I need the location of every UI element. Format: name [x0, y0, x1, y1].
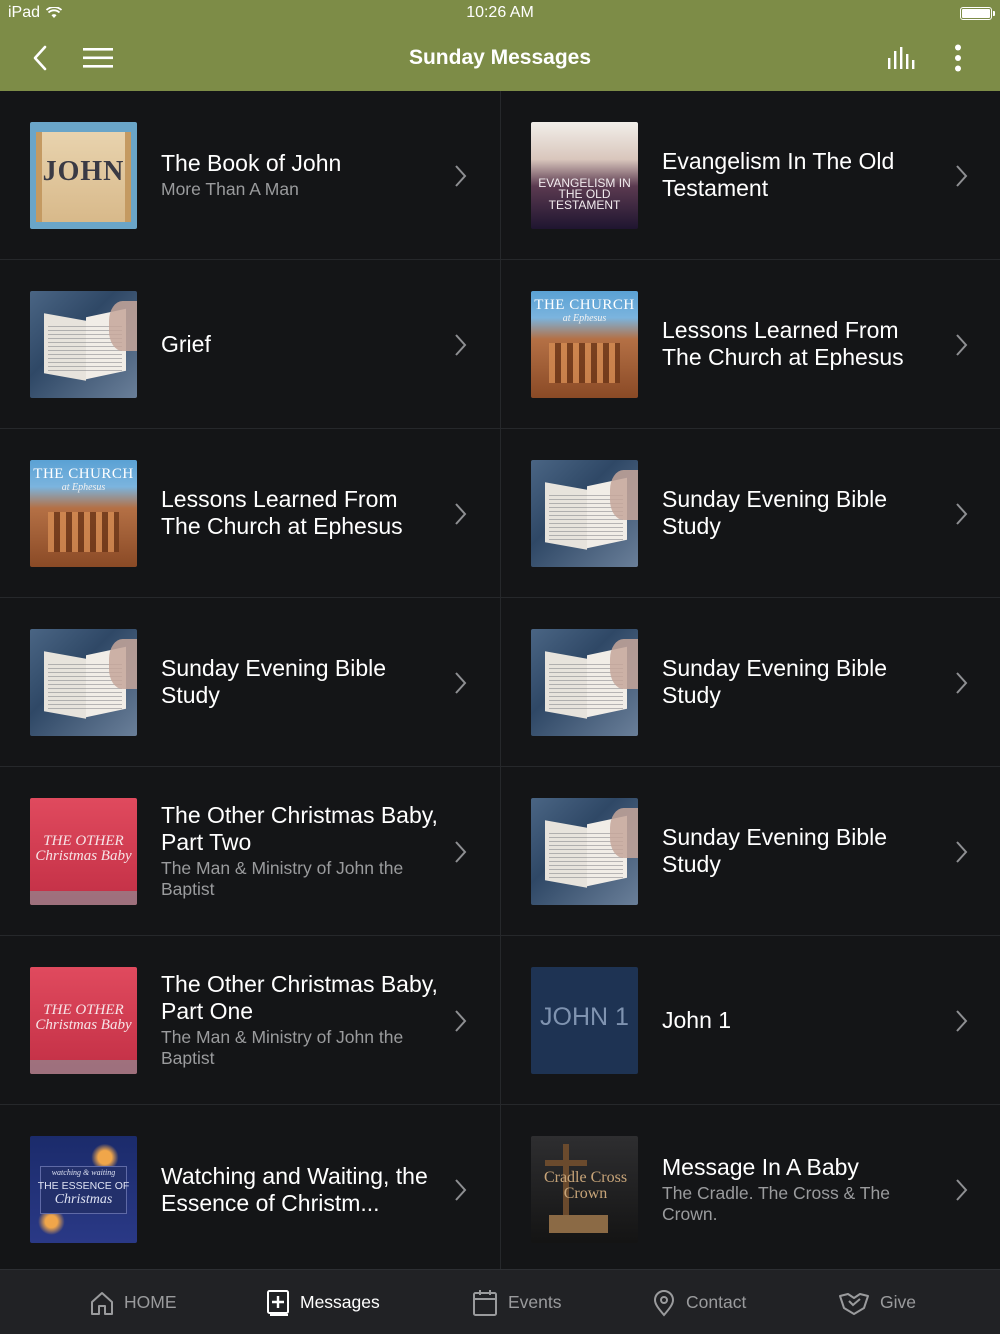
item-subtitle: The Cradle. The Cross & The Crown.	[662, 1183, 890, 1224]
series-thumbnail: THE CHURCH at Ephesus	[30, 460, 137, 567]
message-item[interactable]: Sunday Evening Bible Study	[0, 598, 500, 767]
series-thumbnail: JOHN	[30, 122, 137, 229]
more-vertical-icon	[955, 44, 961, 72]
message-item[interactable]: Sunday Evening Bible Study	[501, 598, 1000, 767]
message-item[interactable]: Cradle Cross Crown Message In A Baby The …	[501, 1105, 1000, 1274]
nav-bar: Sunday Messages	[0, 26, 1000, 91]
tab-label: Events	[508, 1292, 562, 1312]
chevron-right-icon	[956, 503, 968, 525]
series-thumbnail: THE OTHER Christmas Baby	[30, 798, 137, 905]
series-thumbnail: THE OTHER Christmas Baby	[30, 967, 137, 1074]
chevron-right-icon	[956, 1179, 968, 1201]
item-title: Sunday Evening Bible Study	[662, 824, 888, 877]
message-item[interactable]: JOHN 1 John 1	[501, 936, 1000, 1105]
series-thumbnail: EVANGELISM IN THE OLD TESTAMENT	[531, 122, 638, 229]
chevron-right-icon	[455, 334, 467, 356]
bible-thumbnail	[531, 460, 638, 567]
thumbnail-subtext: at Ephesus	[61, 482, 106, 493]
tab-events[interactable]: Events	[472, 1270, 562, 1334]
chevron-right-icon	[956, 672, 968, 694]
calendar-icon	[473, 1289, 497, 1316]
home-icon	[91, 1291, 113, 1315]
chevron-right-icon	[956, 1010, 968, 1032]
message-item[interactable]: THE OTHER Christmas Baby The Other Chris…	[0, 767, 500, 936]
item-title: Lessons Learned From The Church at Ephes…	[161, 486, 403, 539]
bible-thumbnail	[30, 629, 137, 736]
chevron-right-icon	[455, 1179, 467, 1201]
item-title: Grief	[161, 330, 211, 357]
item-title: The Book of John	[161, 150, 342, 176]
hand-heart-icon	[839, 1292, 869, 1315]
message-grid: JOHN The Book of John More Than A Man EVA…	[0, 91, 1000, 1269]
thumbnail-subtext: at Ephesus	[562, 313, 607, 324]
tab-label: Give	[880, 1292, 916, 1312]
tab-bar: HOME Messages Events Contact Give	[0, 1269, 1000, 1334]
message-item[interactable]: Grief	[0, 260, 500, 429]
chevron-right-icon	[455, 841, 467, 863]
chevron-right-icon	[455, 503, 467, 525]
item-title: Sunday Evening Bible Study	[662, 655, 888, 708]
tab-messages[interactable]: Messages	[266, 1270, 380, 1334]
status-bar: iPad 10:26 AM	[0, 0, 1000, 26]
item-title: Message In A Baby	[662, 1154, 859, 1180]
item-title: The Other Christmas Baby, Part One	[161, 971, 438, 1024]
chevron-right-icon	[956, 841, 968, 863]
series-thumbnail: Cradle Cross Crown	[531, 1136, 638, 1243]
chevron-right-icon	[455, 1010, 467, 1032]
item-title: The Other Christmas Baby, Part Two	[161, 802, 438, 855]
tab-home[interactable]: HOME	[90, 1270, 177, 1334]
tab-contact[interactable]: Contact	[652, 1270, 746, 1334]
item-title: Sunday Evening Bible Study	[161, 655, 387, 708]
tab-label: Messages	[300, 1292, 380, 1312]
item-subtitle: More Than A Man	[161, 179, 299, 199]
thumbnail-text: EVANGELISM IN THE OLD TESTAMENT	[538, 176, 631, 212]
message-item[interactable]: EVANGELISM IN THE OLD TESTAMENT Evangeli…	[501, 91, 1000, 260]
tab-label: HOME	[124, 1292, 177, 1312]
message-item[interactable]: THE OTHER Christmas Baby The Other Chris…	[0, 936, 500, 1105]
item-title: Lessons Learned From The Church at Ephes…	[662, 317, 904, 370]
message-item[interactable]: THE CHURCH at Ephesus Lessons Learned Fro…	[0, 429, 500, 598]
more-options-button[interactable]	[938, 38, 978, 78]
audio-button[interactable]	[882, 38, 922, 78]
item-subtitle: The Man & Ministry of John the Baptist	[161, 1027, 404, 1068]
message-item[interactable]: watching & waiting THE ESSENCE OF Christma…	[0, 1105, 500, 1274]
series-thumbnail: JOHN 1	[531, 967, 638, 1074]
page-title: Sunday Messages	[408, 46, 592, 69]
thumbnail-text: THE OTHER Christmas Baby	[35, 833, 132, 864]
thumbnail-text: JOHN	[42, 156, 125, 187]
tab-give[interactable]: Give	[838, 1270, 916, 1334]
bible-plus-icon	[267, 1289, 289, 1316]
chevron-right-icon	[455, 165, 467, 187]
message-item[interactable]: Sunday Evening Bible Study	[501, 767, 1000, 936]
item-title: John 1	[662, 1006, 732, 1033]
thumbnail-text: THE CHURCH	[33, 466, 134, 482]
thumbnail-toptext: watching & waiting	[51, 1168, 116, 1177]
thumbnail-text: THE ESSENCE OF	[37, 1180, 130, 1192]
thumbnail-text: JOHN 1	[540, 1003, 629, 1031]
thumbnail-text: Cradle Cross Crown	[543, 1169, 628, 1202]
bible-thumbnail	[30, 291, 137, 398]
item-title: Sunday Evening Bible Study	[662, 486, 888, 539]
item-subtitle: The Man & Ministry of John the Baptist	[161, 858, 404, 899]
chevron-right-icon	[455, 672, 467, 694]
thumbnail-text: THE CHURCH	[534, 297, 635, 313]
series-thumbnail: watching & waiting THE ESSENCE OF Christma…	[30, 1136, 137, 1243]
battery-icon	[960, 7, 995, 20]
chevron-right-icon	[956, 334, 968, 356]
audio-bars-icon	[888, 47, 915, 69]
chevron-right-icon	[956, 165, 968, 187]
status-time: 10:26 AM	[466, 4, 534, 21]
message-item[interactable]: THE CHURCH at Ephesus Lessons Learned Fro…	[501, 260, 1000, 429]
message-item[interactable]: Sunday Evening Bible Study	[501, 429, 1000, 598]
bible-thumbnail	[531, 629, 638, 736]
tab-label: Contact	[686, 1292, 747, 1312]
location-pin-icon	[653, 1289, 675, 1317]
series-thumbnail: THE CHURCH at Ephesus	[531, 291, 638, 398]
bible-thumbnail	[531, 798, 638, 905]
message-item[interactable]: JOHN The Book of John More Than A Man	[0, 91, 500, 260]
item-title: Evangelism In The Old Testament	[662, 148, 895, 201]
thumbnail-subtext: Christmas	[54, 1192, 113, 1207]
item-title: Watching and Waiting, the Essence of Chr…	[161, 1162, 428, 1216]
thumbnail-text: THE OTHER Christmas Baby	[35, 1002, 132, 1033]
